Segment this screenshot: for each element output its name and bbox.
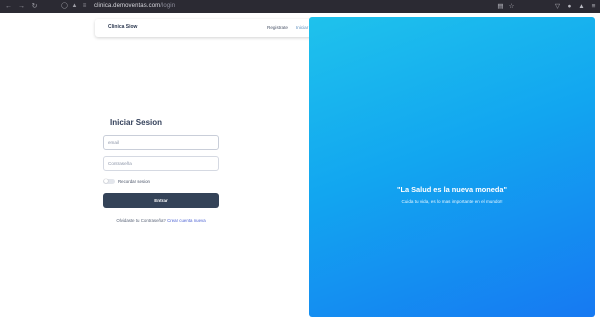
hero-panel: "La Salud es la nueva moneda" Cuida tu v… [309,17,595,317]
password-input[interactable] [103,156,219,171]
site-settings-icon[interactable]: ≡ [81,3,88,10]
nav-link-register[interactable]: Registrate [267,25,288,30]
browser-toolbar: ← → ↻ ◯ ▲ ≡ clinica.demoventas.com/login… [0,0,600,13]
create-account-link[interactable]: Crear cuenta nueva [167,218,206,223]
hero-title: "La Salud es la nueva moneda" [396,185,508,194]
url-path: /login [160,3,176,9]
hero-subtitle: Cuida tu vida, es lo mas importante en e… [401,199,503,204]
forward-icon[interactable]: → [17,2,26,11]
menu-icon[interactable]: ≡ [589,2,598,11]
brand-logo[interactable]: Clinica Siow [108,24,137,30]
account-links: Olvidaste tu Contraseña? Crear cuenta nu… [103,218,219,223]
submit-button[interactable]: Entrar [103,193,219,208]
address-bar[interactable]: clinica.demoventas.com/login [94,0,175,13]
lock-icon[interactable]: ▲ [71,3,78,10]
back-icon[interactable]: ← [4,2,13,11]
translate-icon[interactable]: ▤ [496,2,505,11]
remember-label: Recordar sesion [118,178,150,184]
email-input[interactable] [103,135,219,150]
bookmark-star-icon[interactable]: ☆ [507,2,516,11]
pocket-icon[interactable]: ▽ [553,2,562,11]
account-icon[interactable]: ● [565,2,574,11]
forgot-password-link[interactable]: Olvidaste tu Contraseña? [116,218,166,223]
remember-session: Recordar sesion [103,178,150,184]
shield-icon[interactable]: ◯ [61,3,68,10]
url-host: clinica.demoventas.com [94,3,161,9]
remember-toggle[interactable] [103,178,115,184]
login-title: Iniciar Sesion [110,118,163,127]
reload-icon[interactable]: ↻ [30,2,39,11]
extensions-icon[interactable]: ▲ [577,2,586,11]
